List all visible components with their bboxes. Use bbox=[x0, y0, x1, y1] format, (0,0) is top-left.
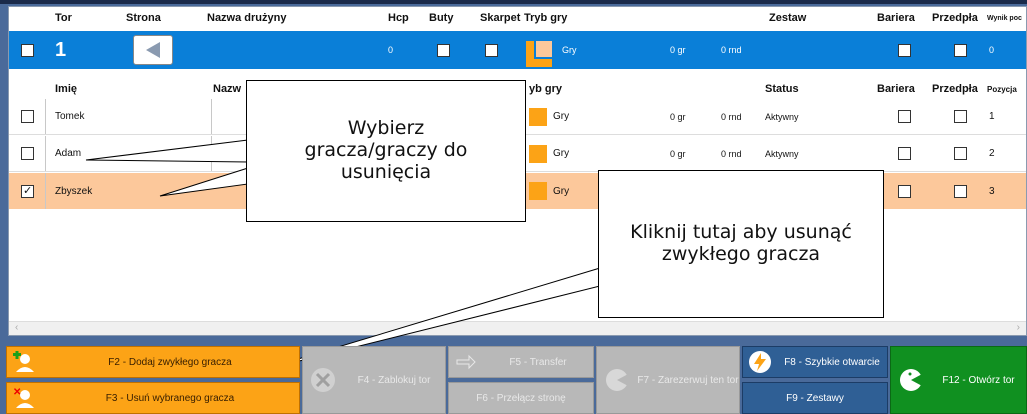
sets-button[interactable]: F9 - Zestawy bbox=[742, 382, 888, 414]
callout-select-players: Wybierz gracza/graczy do usunięcia bbox=[246, 80, 526, 222]
callout-click-here: Kliknij tutaj aby usunąć zwykłego gracza bbox=[598, 170, 884, 318]
reserve-lane-button[interactable]: F7 - Zarezerwuj ten tor bbox=[596, 346, 740, 414]
remove-user-icon: ✕ bbox=[7, 387, 41, 409]
add-user-icon bbox=[7, 351, 41, 373]
pacman-icon bbox=[597, 367, 637, 393]
transfer-button[interactable]: F5 - Transfer bbox=[448, 346, 594, 378]
quick-open-button[interactable]: F8 - Szybkie otwarcie bbox=[742, 346, 888, 378]
open-lane-button[interactable]: F12 - Otwórz tor bbox=[890, 346, 1027, 414]
tools-icon bbox=[303, 367, 343, 393]
svg-text:✕: ✕ bbox=[13, 387, 21, 398]
pacman-icon bbox=[891, 367, 931, 393]
block-lane-button[interactable]: F4 - Zablokuj tor bbox=[302, 346, 446, 414]
remove-player-button[interactable]: ✕ F3 - Usuń wybranego gracza bbox=[6, 382, 300, 414]
switch-side-button[interactable]: F6 - Przełącz stronę bbox=[448, 382, 594, 414]
lightning-icon bbox=[743, 350, 777, 374]
add-player-button[interactable]: F2 - Dodaj zwykłego gracza bbox=[6, 346, 300, 378]
transfer-arrow-icon bbox=[449, 354, 483, 370]
